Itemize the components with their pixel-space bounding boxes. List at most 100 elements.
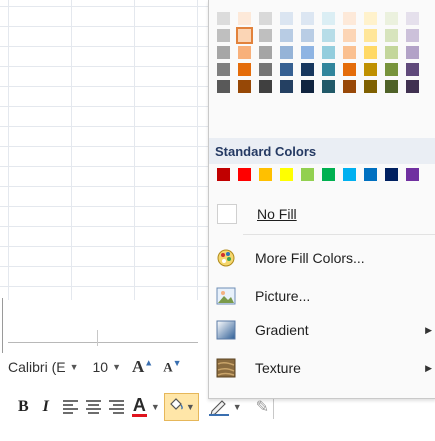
font-size-value: 10 bbox=[92, 359, 109, 375]
grow-font-button[interactable]: A▲ bbox=[127, 357, 158, 377]
color-swatch[interactable] bbox=[343, 12, 356, 25]
standard-color-swatch[interactable] bbox=[322, 168, 335, 181]
font-size-select[interactable]: 10 ▼ bbox=[87, 357, 128, 377]
color-swatch[interactable] bbox=[238, 63, 251, 76]
color-swatch[interactable] bbox=[301, 80, 314, 93]
color-swatch[interactable] bbox=[280, 29, 293, 42]
color-swatch[interactable] bbox=[236, 27, 253, 44]
color-swatch[interactable] bbox=[322, 63, 335, 76]
align-center-icon[interactable] bbox=[85, 400, 101, 414]
color-swatch[interactable] bbox=[385, 46, 398, 59]
fill-color-button[interactable]: ▼ bbox=[163, 393, 199, 421]
color-swatch[interactable] bbox=[301, 63, 314, 76]
no-fill-swatch bbox=[217, 204, 237, 224]
theme-color-column bbox=[236, 12, 253, 116]
standard-color-swatch[interactable] bbox=[217, 168, 230, 181]
standard-color-swatch[interactable] bbox=[385, 168, 398, 181]
color-swatch[interactable] bbox=[238, 12, 251, 25]
theme-color-column bbox=[217, 12, 230, 116]
color-swatch[interactable] bbox=[301, 46, 314, 59]
align-left-icon[interactable] bbox=[62, 400, 78, 414]
standard-color-swatch[interactable] bbox=[301, 168, 314, 181]
color-swatch[interactable] bbox=[280, 80, 293, 93]
gradient-item[interactable]: Gradient ▶ bbox=[209, 314, 435, 346]
standard-color-swatch[interactable] bbox=[406, 168, 419, 181]
standard-color-swatch[interactable] bbox=[280, 168, 293, 181]
color-swatch[interactable] bbox=[364, 12, 377, 25]
more-fill-colors-item[interactable]: More Fill Colors... bbox=[209, 242, 435, 274]
color-swatch[interactable] bbox=[385, 63, 398, 76]
chevron-down-icon: ▼ bbox=[112, 362, 121, 372]
pencil-border-icon bbox=[208, 400, 229, 416]
font-name-value: Calibri (E bbox=[8, 359, 66, 375]
color-swatch[interactable] bbox=[364, 63, 377, 76]
italic-button[interactable]: I bbox=[43, 398, 49, 416]
color-swatch[interactable] bbox=[364, 80, 377, 93]
color-swatch[interactable] bbox=[280, 12, 293, 25]
standard-color-swatch[interactable] bbox=[259, 168, 272, 181]
picture-item[interactable]: Picture... bbox=[209, 280, 435, 312]
shrink-font-button[interactable]: A▼ bbox=[158, 358, 186, 375]
theme-color-column bbox=[364, 12, 377, 116]
color-swatch[interactable] bbox=[406, 80, 419, 93]
color-swatch[interactable] bbox=[385, 29, 398, 42]
color-swatch[interactable] bbox=[343, 46, 356, 59]
color-swatch[interactable] bbox=[406, 29, 419, 42]
color-swatch[interactable] bbox=[322, 12, 335, 25]
theme-color-column bbox=[406, 12, 419, 116]
color-swatch[interactable] bbox=[364, 46, 377, 59]
color-swatch[interactable] bbox=[385, 12, 398, 25]
bold-button[interactable]: B bbox=[18, 398, 29, 416]
picture-label: Picture... bbox=[255, 288, 311, 304]
theme-color-column bbox=[322, 12, 335, 116]
align-right-icon[interactable] bbox=[108, 400, 124, 414]
font-color-button[interactable]: A ▼ bbox=[131, 395, 160, 417]
theme-color-column bbox=[259, 12, 272, 116]
color-swatch[interactable] bbox=[301, 12, 314, 25]
texture-item[interactable]: Texture ▶ bbox=[209, 352, 435, 384]
palette-icon bbox=[215, 247, 237, 269]
color-swatch[interactable] bbox=[259, 80, 272, 93]
borders-button[interactable]: ▼ bbox=[208, 398, 242, 416]
shrink-font-label: A bbox=[163, 359, 173, 375]
color-swatch[interactable] bbox=[343, 80, 356, 93]
color-swatch[interactable] bbox=[280, 63, 293, 76]
spreadsheet-grid bbox=[0, 0, 210, 300]
color-swatch[interactable] bbox=[259, 12, 272, 25]
texture-label: Texture bbox=[255, 360, 301, 376]
color-swatch[interactable] bbox=[217, 80, 230, 93]
theme-color-column bbox=[343, 12, 356, 116]
standard-colors-row bbox=[209, 168, 435, 182]
color-swatch[interactable] bbox=[322, 46, 335, 59]
color-swatch[interactable] bbox=[259, 29, 272, 42]
color-swatch[interactable] bbox=[217, 63, 230, 76]
color-swatch[interactable] bbox=[238, 46, 251, 59]
color-swatch[interactable] bbox=[385, 80, 398, 93]
cell-edge bbox=[2, 298, 8, 353]
color-swatch[interactable] bbox=[238, 80, 251, 93]
color-swatch[interactable] bbox=[343, 29, 356, 42]
color-swatch[interactable] bbox=[259, 63, 272, 76]
color-swatch[interactable] bbox=[217, 12, 230, 25]
chevron-down-icon: ▼ bbox=[150, 402, 160, 412]
color-swatch[interactable] bbox=[217, 46, 230, 59]
font-color-letter: A bbox=[131, 395, 147, 417]
standard-color-swatch[interactable] bbox=[343, 168, 356, 181]
color-swatch[interactable] bbox=[406, 46, 419, 59]
color-swatch[interactable] bbox=[217, 29, 230, 42]
color-swatch[interactable] bbox=[343, 63, 356, 76]
no-fill-item[interactable]: No Fill bbox=[209, 198, 435, 230]
color-swatch[interactable] bbox=[301, 29, 314, 42]
color-swatch[interactable] bbox=[406, 63, 419, 76]
standard-color-swatch[interactable] bbox=[238, 168, 251, 181]
font-name-select[interactable]: Calibri (E ▼ bbox=[0, 357, 85, 377]
theme-color-column bbox=[280, 12, 293, 116]
format-painter-icon[interactable]: ✎ bbox=[256, 397, 269, 417]
color-swatch[interactable] bbox=[364, 29, 377, 42]
color-swatch[interactable] bbox=[259, 46, 272, 59]
color-swatch[interactable] bbox=[322, 29, 335, 42]
standard-color-swatch[interactable] bbox=[364, 168, 377, 181]
color-swatch[interactable] bbox=[406, 12, 419, 25]
color-swatch[interactable] bbox=[322, 80, 335, 93]
color-swatch[interactable] bbox=[280, 46, 293, 59]
